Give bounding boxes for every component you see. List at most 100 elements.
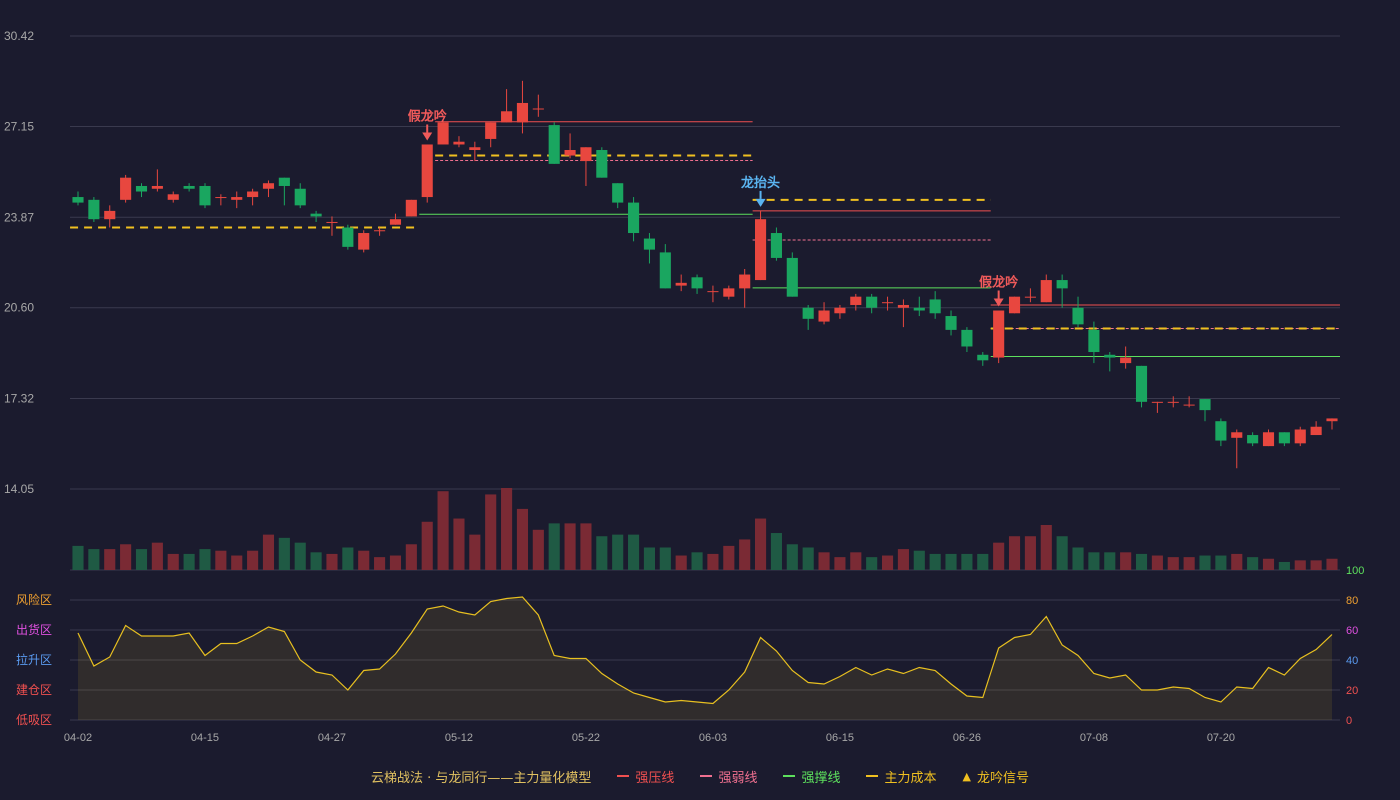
legend-title: 云梯战法 · 与龙同行——主力量化模型 bbox=[371, 770, 592, 786]
volume-bar bbox=[167, 553, 179, 570]
candle-body bbox=[723, 288, 735, 297]
candle-body bbox=[897, 304, 909, 308]
candle-body bbox=[628, 202, 640, 234]
candle-body bbox=[1231, 432, 1243, 438]
volume-bar bbox=[548, 523, 560, 570]
candle-body bbox=[532, 108, 544, 110]
volume-bar bbox=[1215, 555, 1227, 570]
candle-body bbox=[453, 141, 465, 145]
signal-label: 龙抬头 bbox=[741, 175, 780, 191]
volume-bar bbox=[437, 491, 449, 570]
volume-bar bbox=[120, 544, 132, 570]
x-tick-label: 07-08 bbox=[1080, 732, 1108, 744]
volume-bar bbox=[1199, 555, 1211, 570]
legend-label-support: 强撑线 bbox=[801, 770, 841, 786]
candle-body bbox=[675, 282, 687, 286]
volume-bar bbox=[1135, 553, 1148, 570]
candle-body bbox=[755, 219, 767, 281]
candle-body bbox=[929, 299, 941, 314]
price-tick-label: 17.32 bbox=[4, 392, 34, 406]
stock-chart: 30.42 27.15 23.87 20.60 17.32 14.05 100 80 60 40 2… bbox=[4, 29, 1364, 744]
volume-bar bbox=[1056, 536, 1068, 570]
volume-bar bbox=[183, 553, 195, 570]
candle-body bbox=[104, 210, 116, 220]
candle-body bbox=[1120, 357, 1132, 364]
candle-body bbox=[247, 191, 259, 198]
volume-bar bbox=[389, 555, 402, 570]
volume-bar bbox=[1088, 552, 1100, 570]
volume-bar bbox=[326, 553, 338, 570]
candle-body bbox=[405, 199, 417, 217]
candle-body bbox=[1262, 432, 1275, 447]
candle-body bbox=[580, 147, 592, 162]
candle-body bbox=[691, 277, 703, 289]
candle-body bbox=[389, 219, 402, 225]
candle-body bbox=[786, 257, 798, 297]
volume-bar bbox=[485, 494, 497, 570]
candle-body bbox=[1215, 421, 1227, 441]
candle-body bbox=[1310, 426, 1322, 436]
volume-bar bbox=[231, 555, 243, 570]
price-tick-label: 23.87 bbox=[4, 210, 34, 224]
candle-body bbox=[643, 238, 655, 250]
volume-bar bbox=[1104, 552, 1116, 570]
candle-body bbox=[993, 310, 1005, 358]
candle-body bbox=[342, 227, 354, 247]
x-tick-label: 06-03 bbox=[699, 732, 727, 744]
volume-bar bbox=[1072, 547, 1084, 570]
candle-body bbox=[358, 233, 370, 250]
candle-body bbox=[1072, 307, 1084, 325]
osc-area bbox=[78, 597, 1332, 720]
volume-bar bbox=[1151, 555, 1163, 570]
candle-body bbox=[501, 111, 513, 123]
legend-item-weak[interactable]: 强弱线 bbox=[700, 767, 757, 786]
volume-bar bbox=[247, 550, 259, 570]
price-tick-label: 27.15 bbox=[4, 119, 34, 133]
candle-body bbox=[596, 150, 608, 178]
volume-bar bbox=[72, 545, 84, 570]
x-tick-label: 04-27 bbox=[318, 732, 346, 744]
volume-bar bbox=[564, 523, 576, 570]
legend-item-signal[interactable]: ▲ 龙吟信号 bbox=[962, 767, 1028, 786]
candle-body bbox=[374, 230, 386, 232]
candle-body bbox=[294, 188, 306, 206]
candle-body bbox=[1088, 329, 1100, 353]
candle-body bbox=[548, 125, 560, 164]
volume-bar bbox=[643, 547, 655, 570]
candle-body bbox=[326, 221, 338, 223]
signal-label: 假龙吟 bbox=[979, 275, 1018, 291]
volume-bar bbox=[358, 550, 370, 570]
volume-bar bbox=[977, 553, 989, 570]
volume-bar bbox=[104, 549, 116, 570]
volume-bar bbox=[1278, 561, 1290, 570]
volume-bar bbox=[628, 534, 640, 570]
osc-zone-label: 风险区 bbox=[16, 592, 52, 607]
candle-body bbox=[469, 147, 481, 151]
candle-body bbox=[262, 183, 275, 189]
candle-body bbox=[1326, 418, 1338, 422]
candle-body bbox=[770, 233, 782, 258]
volume-bar bbox=[469, 534, 481, 570]
legend-item-support[interactable]: 强撑线 bbox=[783, 767, 840, 786]
signal-label: 假龙吟 bbox=[408, 108, 447, 124]
osc-tick-label: 0 bbox=[1346, 715, 1352, 727]
legend-item-cost[interactable]: 主力成本 bbox=[866, 767, 936, 786]
volume-bar bbox=[405, 544, 417, 570]
volume-bar bbox=[945, 553, 957, 570]
volume-bar bbox=[1262, 558, 1275, 570]
legend-label-weak: 强弱线 bbox=[718, 770, 758, 786]
volume-bar bbox=[1294, 560, 1306, 570]
osc-tick-label: 60 bbox=[1346, 625, 1358, 637]
volume-bar bbox=[1120, 552, 1132, 570]
volume-bar bbox=[342, 547, 354, 570]
osc-tick-label: 20 bbox=[1346, 685, 1358, 697]
volume-bar bbox=[1183, 557, 1195, 570]
triangle-icon: ▲ bbox=[962, 769, 971, 783]
candle-body bbox=[739, 274, 751, 289]
volume-bar bbox=[881, 555, 894, 570]
x-tick-label: 07-20 bbox=[1207, 732, 1235, 744]
candle-body bbox=[913, 307, 925, 311]
candle-body bbox=[151, 185, 163, 189]
x-tick-label: 05-12 bbox=[445, 732, 473, 744]
legend-item-strong-resist[interactable]: 强压线 bbox=[617, 767, 674, 786]
